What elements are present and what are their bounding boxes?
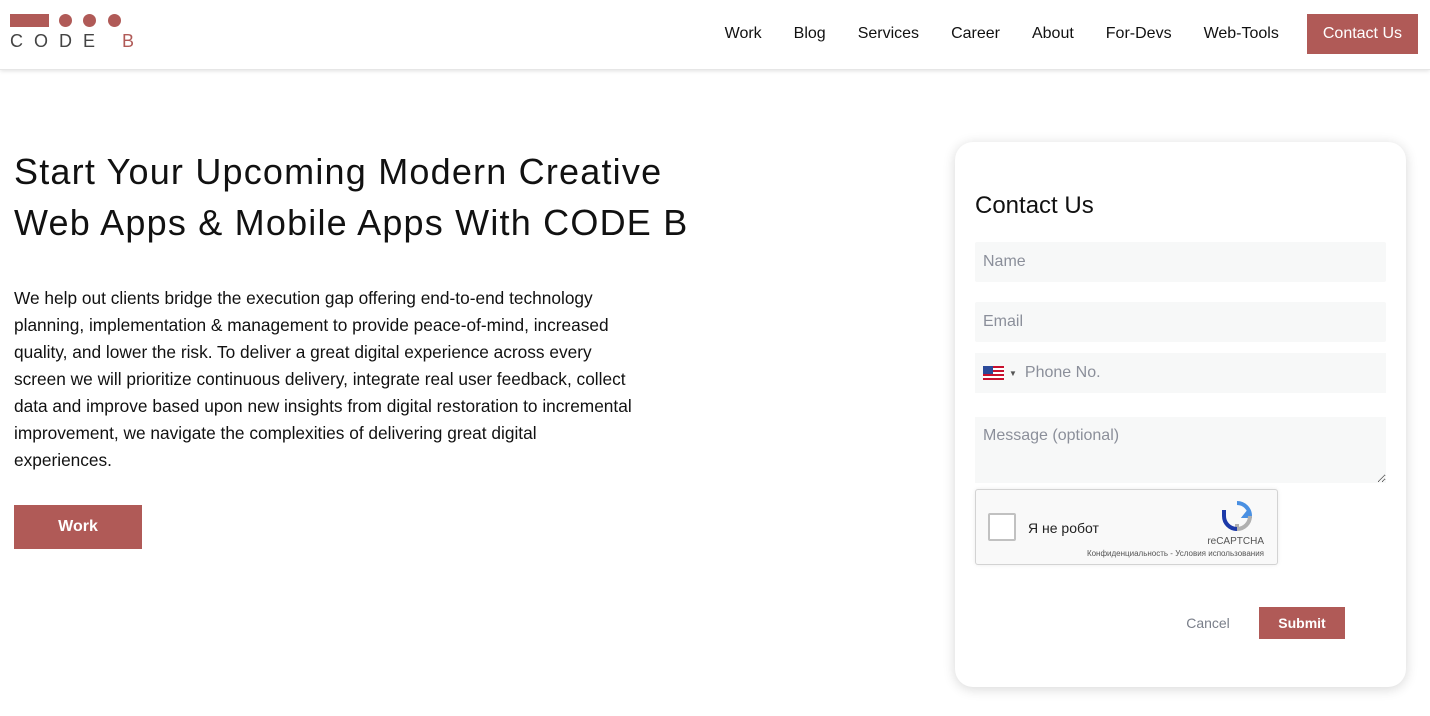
submit-button[interactable]: Submit [1259, 607, 1345, 639]
message-textarea[interactable] [975, 417, 1386, 483]
logo-word-b: B [122, 31, 146, 51]
recaptcha-label: Я не робот [1028, 520, 1099, 536]
nav-contact-us-button[interactable]: Contact Us [1306, 14, 1418, 54]
contact-form-card: Contact Us ▼ Я не робот reCAPTCHA Конфид… [955, 142, 1406, 687]
nav-work[interactable]: Work [725, 14, 762, 54]
nav-for-devs[interactable]: For-Devs [1106, 14, 1172, 54]
main-nav: Work Blog Services Career About For-Devs… [725, 14, 1418, 54]
logo-wordmark: CODE B [10, 31, 145, 52]
hero-title: Start Your Upcoming Modern Creative Web … [14, 151, 689, 243]
nav-web-tools[interactable]: Web-Tools [1204, 14, 1279, 54]
work-button[interactable]: Work [14, 505, 142, 549]
logo-word: CODE [10, 31, 123, 51]
code-b-logo[interactable]: CODE B [10, 12, 134, 52]
contact-form-title: Contact Us [975, 192, 1094, 219]
caret-down-icon[interactable]: ▼ [1009, 369, 1017, 378]
cancel-button[interactable]: Cancel [1173, 608, 1243, 638]
recaptcha-checkbox[interactable] [988, 513, 1016, 541]
nav-career[interactable]: Career [951, 14, 1000, 54]
logo-dot [59, 14, 72, 27]
site-header: CODE B Work Blog Services Career About F… [0, 0, 1430, 70]
recaptcha-widget: Я не робот reCAPTCHA Конфиденциальность … [975, 489, 1278, 565]
name-input[interactable] [975, 242, 1386, 282]
recaptcha-logo-icon [1222, 501, 1253, 532]
logo-dot [108, 14, 121, 27]
email-input[interactable] [975, 302, 1386, 342]
nav-services[interactable]: Services [858, 14, 919, 54]
phone-input[interactable] [1024, 353, 1386, 393]
hero-description: We help out clients bridge the execution… [14, 288, 632, 470]
nav-blog[interactable]: Blog [794, 14, 826, 54]
phone-field: ▼ [975, 353, 1386, 393]
nav-about[interactable]: About [1032, 14, 1074, 54]
us-flag-icon[interactable] [983, 366, 1004, 380]
recaptcha-brand: reCAPTCHA [1207, 536, 1264, 547]
recaptcha-links[interactable]: Конфиденциальность - Условия использован… [1087, 549, 1264, 558]
logo-dot [83, 14, 96, 27]
logo-bar [10, 14, 49, 27]
